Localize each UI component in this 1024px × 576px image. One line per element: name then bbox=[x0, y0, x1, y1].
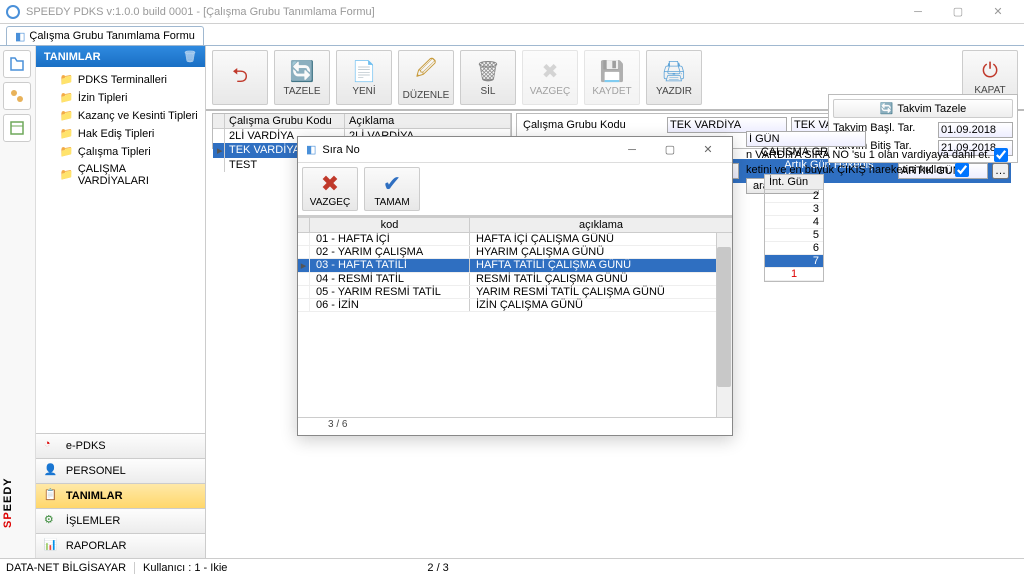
folder-icon: 📁 bbox=[60, 168, 74, 182]
folder-icon: 📁 bbox=[60, 145, 74, 159]
dialog-icon: ◧ bbox=[306, 143, 316, 156]
chk-kucuk[interactable] bbox=[955, 163, 969, 177]
tree-item[interactable]: 📁PDKS Terminalleri bbox=[36, 71, 205, 89]
intgun-row[interactable]: 7 bbox=[765, 255, 823, 268]
window-close[interactable]: ✕ bbox=[978, 1, 1018, 23]
nav-panel: TANIMLAR 🗑 📁PDKS Terminalleri 📁İzin Tipl… bbox=[36, 46, 206, 558]
nav-header: TANIMLAR 🗑 bbox=[36, 46, 205, 67]
window-title: SPEEDY PDKS v:1.0.0 build 0001 - [Çalışm… bbox=[26, 6, 375, 18]
intgun-row[interactable]: 4 bbox=[765, 216, 823, 229]
nav-epdks[interactable]: ◔e-PDKS bbox=[36, 433, 205, 458]
intgun-header: İnt. Gün bbox=[765, 175, 823, 190]
nav-bottom: ◔e-PDKS 👤PERSONEL 📋TANIMLAR ⚙İŞLEMLER 📊R… bbox=[36, 433, 205, 558]
intgun-row[interactable]: 2 bbox=[765, 190, 823, 203]
status-bar: DATA-NET BİLGİSAYAR Kullanıcı : 1 - Ikie… bbox=[0, 558, 1024, 576]
folder-icon: 📁 bbox=[60, 109, 74, 123]
window-titlebar: SPEEDY PDKS v:1.0.0 build 0001 - [Çalışm… bbox=[0, 0, 1024, 24]
vazgec-button: ✖VAZGEÇ bbox=[522, 50, 578, 105]
dialog-maximize[interactable]: ▢ bbox=[654, 140, 686, 160]
sil-button[interactable]: 🗑SİL bbox=[460, 50, 516, 105]
tree-item[interactable]: 📁ÇALIŞMA VARDİYALARI bbox=[36, 161, 205, 189]
nav-islemler[interactable]: ⚙İŞLEMLER bbox=[36, 508, 205, 533]
nav-personel[interactable]: 👤PERSONEL bbox=[36, 458, 205, 483]
nav-raporlar[interactable]: 📊RAPORLAR bbox=[36, 533, 205, 558]
nav-header-delete-icon[interactable]: 🗑 bbox=[183, 50, 197, 63]
left-tool-1[interactable] bbox=[3, 50, 31, 78]
status-user: Kullanıcı : 1 - Ikie bbox=[143, 562, 227, 574]
cancel-icon: ✖ bbox=[321, 171, 339, 197]
dialog-grid-header-aciklama[interactable]: açıklama bbox=[470, 218, 732, 232]
dialog-title: Sıra No bbox=[322, 144, 359, 156]
chk-sira[interactable] bbox=[994, 148, 1008, 162]
tree-item[interactable]: 📁Kazanç ve Kesinti Tipleri bbox=[36, 107, 205, 125]
back-button[interactable]: ⮌ bbox=[212, 50, 268, 105]
left-tool-2[interactable] bbox=[3, 82, 31, 110]
document-tab-label: Çalışma Grubu Tanımlama Formu bbox=[29, 30, 194, 42]
status-pager: 2 / 3 bbox=[427, 562, 448, 574]
document-tabs: ◧ Çalışma Grubu Tanımlama Formu bbox=[0, 24, 1024, 46]
brand-label: SPEEDY bbox=[0, 477, 14, 528]
input-artik2[interactable] bbox=[746, 131, 866, 147]
intgun-row[interactable]: 3 bbox=[765, 203, 823, 216]
left-tool-3[interactable] bbox=[3, 114, 31, 142]
dialog-grid-header-kod[interactable]: kod bbox=[310, 218, 470, 232]
tazele-button[interactable]: 🔄TAZELE bbox=[274, 50, 330, 105]
folder-icon: 📁 bbox=[60, 91, 74, 105]
form-icon: ◧ bbox=[15, 30, 25, 43]
nav-header-label: TANIMLAR bbox=[44, 51, 101, 63]
grid-header-kod[interactable]: Çalışma Grubu Kodu bbox=[225, 114, 345, 128]
nav-tree: 📁PDKS Terminalleri 📁İzin Tipleri 📁Kazanç… bbox=[36, 67, 205, 433]
label-sira: n VARDİYA SIRA NO 'su 1 olan vardiyaya d… bbox=[746, 149, 990, 161]
dialog-close[interactable]: ✕ bbox=[692, 140, 724, 160]
yeni-button[interactable]: 📄YENİ bbox=[336, 50, 392, 105]
dialog-grid[interactable]: kod açıklama 01 - HAFTA İÇİHAFTA İÇİ ÇAL… bbox=[298, 217, 732, 417]
refresh-icon: 🔄 bbox=[880, 102, 894, 115]
duzenle-button[interactable]: 🖉DÜZENLE bbox=[398, 50, 454, 105]
left-toolbar: SPEEDY bbox=[0, 46, 36, 558]
takvim-tazele-button[interactable]: 🔄 Takvim Tazele bbox=[833, 99, 1013, 118]
intgun-grid[interactable]: İnt. Gün 2 3 4 5 6 7 1 bbox=[764, 174, 824, 282]
grid-header-aciklama[interactable]: Açıklama bbox=[345, 114, 511, 128]
sira-no-dialog: ◧ Sıra No ─ ▢ ✕ ✖VAZGEÇ ✔TAMAM kod açıkl… bbox=[297, 136, 733, 436]
document-tab[interactable]: ◧ Çalışma Grubu Tanımlama Formu bbox=[6, 26, 204, 45]
window-minimize[interactable]: ─ bbox=[898, 1, 938, 23]
nav-tanimlar[interactable]: 📋TANIMLAR bbox=[36, 483, 205, 508]
kaydet-button: 💾KAYDET bbox=[584, 50, 640, 105]
dialog-vazgec-button[interactable]: ✖VAZGEÇ bbox=[302, 167, 358, 211]
intgun-row[interactable]: 5 bbox=[765, 229, 823, 242]
dialog-status: 3 / 6 bbox=[298, 417, 732, 435]
tree-item[interactable]: 📁Çalışma Tipleri bbox=[36, 143, 205, 161]
app-icon bbox=[6, 5, 20, 19]
dialog-grid-scrollbar[interactable] bbox=[716, 233, 732, 417]
tree-item[interactable]: 📁İzin Tipleri bbox=[36, 89, 205, 107]
dialog-tamam-button[interactable]: ✔TAMAM bbox=[364, 167, 420, 211]
status-host: DATA-NET BİLGİSAYAR bbox=[6, 562, 126, 574]
dialog-minimize[interactable]: ─ bbox=[616, 140, 648, 160]
intgun-last: 1 bbox=[765, 268, 823, 281]
folder-icon: 📁 bbox=[60, 73, 74, 87]
tree-item[interactable]: 📁Hak Ediş Tipleri bbox=[36, 125, 205, 143]
intgun-row[interactable]: 6 bbox=[765, 242, 823, 255]
ok-icon: ✔ bbox=[383, 171, 401, 197]
folder-icon: 📁 bbox=[60, 127, 74, 141]
yazdir-button[interactable]: 🖨YAZDIR bbox=[646, 50, 702, 105]
window-maximize[interactable]: ▢ bbox=[938, 1, 978, 23]
label-kodu: Çalışma Grubu Kodu bbox=[523, 119, 663, 131]
